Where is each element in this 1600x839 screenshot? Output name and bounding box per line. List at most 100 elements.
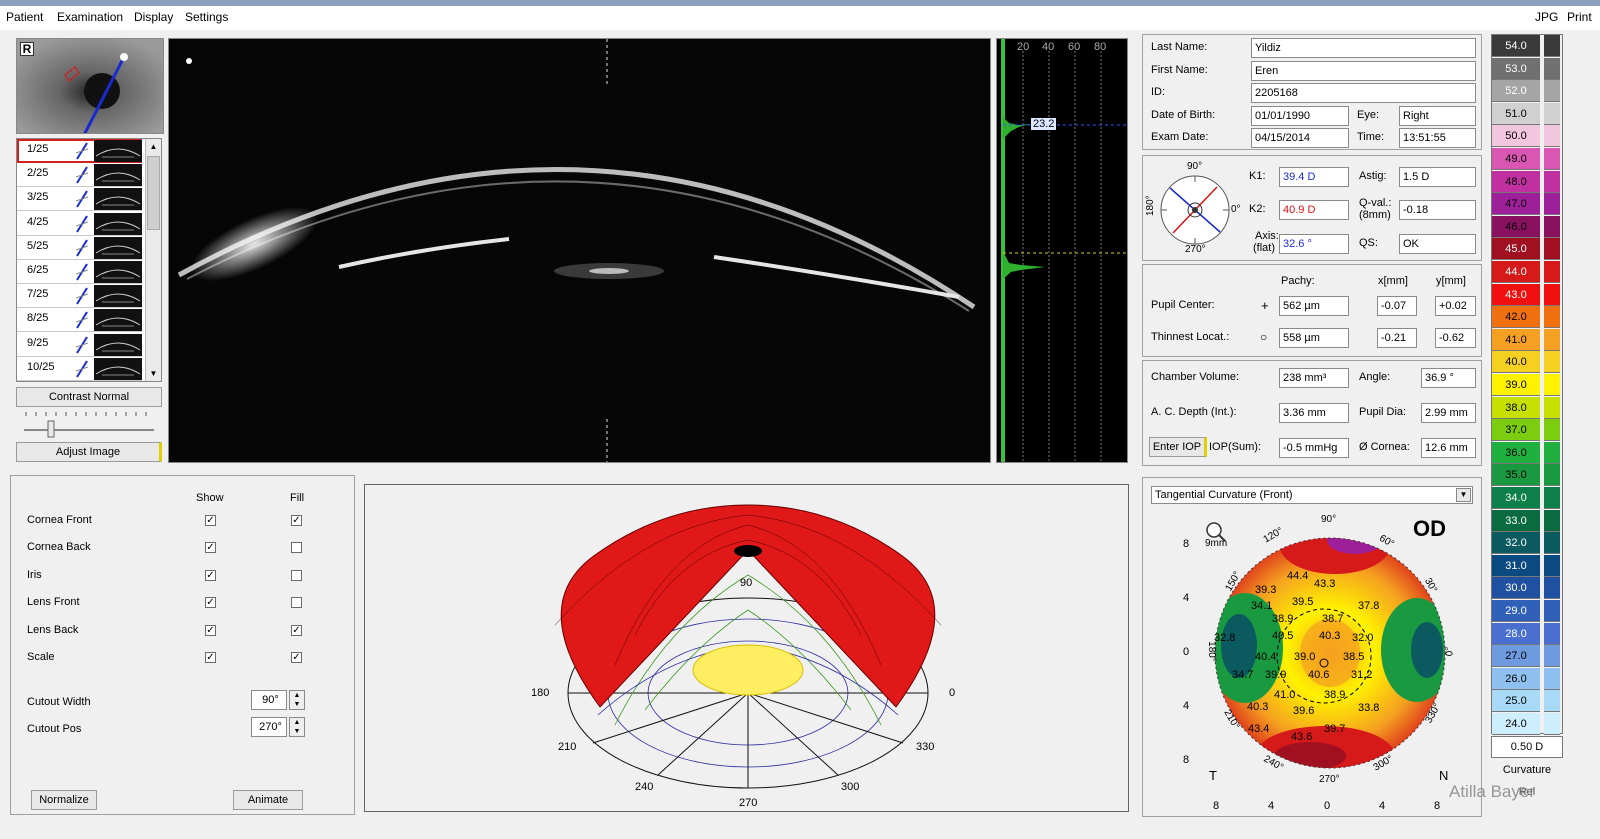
scan-row[interactable]: 4/25 bbox=[17, 211, 142, 236]
eye-side-tag: R bbox=[20, 42, 34, 56]
option-show-checkbox[interactable]: ✓ bbox=[205, 652, 216, 663]
last-name-field[interactable]: Yildiz bbox=[1251, 38, 1476, 58]
scale-swatch bbox=[1544, 509, 1560, 532]
pupil-y-field[interactable]: +0.02 bbox=[1435, 296, 1476, 316]
pupil-x-field[interactable]: -0.07 bbox=[1377, 296, 1417, 316]
pachymetry-panel: Pachy: x[mm] y[mm] Pupil Center: + 562 µ… bbox=[1142, 264, 1482, 357]
topography-map-panel: Tangential Curvature (Front) ▼ OD 9mm 44… bbox=[1142, 477, 1482, 817]
map-value-label: 31.2 bbox=[1351, 669, 1373, 681]
scale-value: 38.0 bbox=[1492, 396, 1540, 419]
dob-field[interactable]: 01/01/1990 bbox=[1251, 106, 1349, 126]
id-field[interactable]: 2205168 bbox=[1251, 83, 1476, 103]
scan-row[interactable]: 2/25 bbox=[17, 163, 142, 188]
map-xtick-8-right: 8 bbox=[1434, 800, 1441, 812]
option-show-checkbox[interactable]: ✓ bbox=[205, 569, 216, 581]
map-type-select[interactable]: Tangential Curvature (Front) bbox=[1151, 486, 1473, 504]
scroll-thumb[interactable] bbox=[147, 156, 160, 230]
scan-row[interactable]: 3/25 bbox=[17, 187, 142, 212]
curvature-map[interactable] bbox=[1205, 528, 1455, 778]
eye-overview-image[interactable]: R bbox=[16, 38, 164, 134]
scan-row-label: 3/25 bbox=[27, 191, 49, 204]
scan-row-label: 6/25 bbox=[27, 264, 49, 276]
first-name-field[interactable]: Eren bbox=[1251, 61, 1476, 81]
option-show-checkbox[interactable]: ✓ bbox=[205, 542, 216, 554]
k1-field[interactable]: 39.4 D bbox=[1279, 167, 1349, 187]
map-xtick-4-right: 4 bbox=[1379, 800, 1386, 812]
scan-thumbnail bbox=[94, 333, 142, 356]
scroll-up-icon[interactable]: ▲ bbox=[146, 139, 161, 154]
option-fill-checkbox[interactable]: ✓ bbox=[291, 515, 302, 526]
density-profile[interactable]: 20 40 60 80 23.2 bbox=[996, 38, 1128, 463]
scale-value: 54.0 bbox=[1492, 35, 1540, 57]
axis-field[interactable]: 32.6 ° bbox=[1279, 234, 1349, 254]
astig-field[interactable]: 1.5 D bbox=[1399, 167, 1476, 187]
menu-jpg[interactable]: JPG bbox=[1535, 10, 1558, 24]
exam-date-field[interactable]: 04/15/2014 bbox=[1251, 128, 1349, 148]
option-show-checkbox[interactable]: ✓ bbox=[205, 515, 216, 526]
chevron-down-icon[interactable]: ▼ bbox=[1456, 488, 1471, 502]
cutout-width-label: Cutout Width bbox=[27, 696, 91, 708]
cutout-width-spinner[interactable]: ▲ ▼ bbox=[289, 690, 305, 710]
menu-display[interactable]: Display bbox=[134, 10, 173, 24]
menu-examination[interactable]: Examination bbox=[57, 10, 123, 24]
animate-button[interactable]: Animate bbox=[233, 790, 303, 810]
cutout-width-field[interactable]: 90° bbox=[251, 690, 287, 710]
time-field[interactable]: 13:51:55 bbox=[1399, 128, 1476, 148]
scan-row[interactable]: 8/25 bbox=[17, 308, 142, 333]
option-fill-checkbox[interactable]: ✓ bbox=[291, 652, 302, 663]
pupil-dia-field[interactable]: 2.99 mm bbox=[1421, 403, 1476, 423]
model-label-90: 90 bbox=[740, 577, 753, 589]
cutout-pos-field[interactable]: 270° bbox=[251, 717, 287, 737]
scan-row-label: 10/25 bbox=[27, 360, 55, 373]
adjust-image-button[interactable]: Adjust Image bbox=[16, 442, 162, 462]
option-show-checkbox[interactable]: ✓ bbox=[205, 597, 216, 609]
k2-field[interactable]: 40.9 D bbox=[1279, 200, 1349, 220]
scan-row[interactable]: 7/25 bbox=[17, 284, 142, 309]
scale-value: 49.0 bbox=[1492, 148, 1540, 170]
scan-row[interactable]: 6/25 bbox=[17, 260, 142, 284]
pupil-pachy-field[interactable]: 562 µm bbox=[1279, 296, 1349, 316]
scan-row[interactable]: 5/25 bbox=[17, 235, 142, 260]
contrast-normal-button[interactable]: Contrast Normal bbox=[16, 387, 162, 407]
option-fill-checkbox[interactable] bbox=[291, 597, 302, 609]
thinnest-pachy-field[interactable]: 558 µm bbox=[1279, 328, 1349, 348]
menu-settings[interactable]: Settings bbox=[185, 10, 228, 24]
scan-list[interactable]: 1/25 2/25 3/25 4/25 5/25 6/25 7/25 8/25 9/25 10/2… bbox=[16, 138, 162, 382]
cutout-pos-label: Cutout Pos bbox=[27, 723, 82, 735]
scan-row[interactable]: 9/25 bbox=[17, 332, 142, 357]
thinnest-y-field[interactable]: -0.62 bbox=[1435, 328, 1476, 348]
menu-patient[interactable]: Patient bbox=[6, 10, 43, 24]
iop-field[interactable]: -0.5 mmHg bbox=[1279, 438, 1349, 458]
scan-row-label: 5/25 bbox=[27, 239, 49, 252]
option-fill-checkbox[interactable] bbox=[291, 569, 302, 581]
cutout-pos-spinner[interactable]: ▲ ▼ bbox=[289, 717, 305, 737]
option-fill-checkbox[interactable] bbox=[291, 542, 302, 554]
qs-field[interactable]: OK bbox=[1399, 234, 1476, 254]
scan-list-scrollbar[interactable]: ▲ ▼ bbox=[145, 139, 161, 381]
enter-iop-button[interactable]: Enter IOP bbox=[1149, 437, 1207, 457]
scale-swatch bbox=[1544, 261, 1560, 283]
ac-depth-field[interactable]: 3.36 mm bbox=[1279, 403, 1349, 423]
contrast-slider[interactable] bbox=[22, 410, 158, 438]
thinnest-x-field[interactable]: -0.21 bbox=[1377, 328, 1417, 348]
eye-field[interactable]: Right bbox=[1399, 106, 1476, 126]
angle-field[interactable]: 36.9 ° bbox=[1421, 368, 1476, 388]
scale-swatch bbox=[1544, 419, 1560, 442]
anterior-chamber-3d-view[interactable]: 90 0 180 210 240 270 300 330 bbox=[364, 484, 1129, 812]
scale-value: 28.0 bbox=[1492, 622, 1540, 645]
scan-direction-icon bbox=[75, 142, 89, 160]
option-show-checkbox[interactable]: ✓ bbox=[205, 624, 216, 636]
scale-swatch bbox=[1544, 215, 1560, 238]
scan-row[interactable]: 10/25 bbox=[17, 356, 142, 381]
cornea-dia-field[interactable]: 12.6 mm bbox=[1421, 438, 1476, 458]
scan-row[interactable]: 1/25 bbox=[17, 139, 142, 163]
chamber-volume-field[interactable]: 238 mm³ bbox=[1279, 368, 1349, 388]
menu-print[interactable]: Print bbox=[1567, 10, 1592, 24]
normalize-button[interactable]: Normalize bbox=[31, 790, 97, 810]
qval-field[interactable]: -0.18 bbox=[1399, 200, 1476, 220]
option-fill-checkbox[interactable]: ✓ bbox=[291, 624, 302, 636]
scheimpflug-image[interactable] bbox=[168, 38, 991, 463]
scale-step-field[interactable]: 0.50 D bbox=[1491, 736, 1563, 758]
scroll-down-icon[interactable]: ▼ bbox=[146, 366, 161, 381]
color-scale[interactable]: 54.0 53.0 52.0 51.0 50.0 49.0 48.0 47.0 46.0 45.0… bbox=[1491, 34, 1563, 735]
